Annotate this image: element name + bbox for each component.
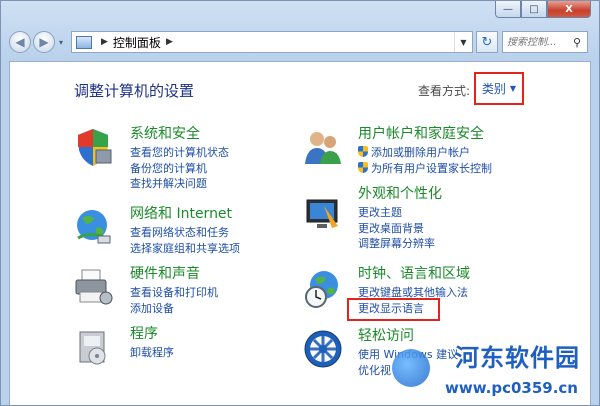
link-add-device[interactable]: 添加设备 (130, 301, 218, 317)
link-adjust-resolution[interactable]: 调整屏幕分辨率 (358, 236, 442, 252)
link-view-computer-status[interactable]: 查看您的计算机状态 (130, 145, 229, 161)
category-title-user-accounts[interactable]: 用户帐户和家庭安全 (358, 126, 492, 143)
caption-buttons: — □ X (495, 1, 591, 18)
link-backup-computer[interactable]: 备份您的计算机 (130, 161, 229, 177)
link-network-status-tasks[interactable]: 查看网络状态和任务 (130, 225, 240, 241)
category-title-clock-language[interactable]: 时钟、语言和区域 (358, 266, 470, 283)
appearance-monitor-icon[interactable] (302, 194, 344, 236)
maximize-button[interactable]: □ (521, 1, 547, 18)
category-title-network[interactable]: 网络和 Internet (130, 206, 240, 223)
category-appearance: 外观和个性化 更改主题 更改桌面背景 调整屏幕分辨率 (358, 186, 442, 252)
users-icon[interactable] (302, 126, 344, 168)
network-globe-icon[interactable] (72, 206, 114, 248)
watermark-logo (392, 349, 430, 387)
breadcrumb-separator-icon[interactable]: ▶ (101, 37, 108, 47)
breadcrumb-separator-icon[interactable]: ▶ (166, 37, 173, 47)
link-change-desktop-background[interactable]: 更改桌面背景 (358, 221, 442, 237)
link-uninstall-program[interactable]: 卸载程序 (130, 345, 174, 361)
recent-pages-dropdown[interactable]: ▾ (55, 38, 67, 47)
link-change-theme[interactable]: 更改主题 (358, 205, 442, 221)
category-title-programs[interactable]: 程序 (130, 326, 174, 343)
search-input[interactable] (507, 36, 573, 48)
navigation-bar: ◀ ▶ ▾ ▶ 控制面板 ▶ ▼ ↻ ⚲ (9, 29, 591, 55)
link-add-remove-accounts[interactable]: 添加或删除用户帐户 (358, 145, 492, 161)
dropdown-arrow-icon: ▼ (509, 84, 517, 93)
link-devices-printers[interactable]: 查看设备和打印机 (130, 285, 218, 301)
category-programs: 程序 卸载程序 (130, 326, 174, 361)
system-security-shield-icon[interactable] (72, 126, 114, 168)
link-find-fix-problems[interactable]: 查找并解决问题 (130, 176, 229, 192)
display-language-highlight (347, 298, 440, 321)
category-system-security: 系统和安全 查看您的计算机状态 备份您的计算机 查找并解决问题 (130, 126, 229, 192)
search-box[interactable]: ⚲ (502, 31, 588, 53)
address-bar[interactable]: ▶ 控制面板 ▶ ▼ (71, 31, 473, 53)
printer-hardware-icon[interactable] (72, 266, 114, 308)
category-user-accounts: 用户帐户和家庭安全 添加或删除用户帐户 为所有用户设置家长控制 (358, 126, 492, 176)
breadcrumb-control-panel[interactable]: 控制面板 (113, 34, 161, 51)
control-panel-icon (76, 35, 92, 49)
clock-globe-icon[interactable] (302, 268, 344, 310)
forward-button[interactable]: ▶ (33, 31, 55, 53)
category-hardware-sound: 硬件和声音 查看设备和打印机 添加设备 (130, 266, 218, 316)
ease-of-access-icon[interactable] (302, 328, 344, 370)
refresh-button[interactable]: ↻ (476, 31, 498, 53)
category-title-ease-of-access[interactable]: 轻松访问 (358, 328, 458, 345)
category-title-hardware-sound[interactable]: 硬件和声音 (130, 266, 218, 283)
programs-box-icon[interactable] (72, 326, 114, 368)
watermark-url: www.pc0359.cn (445, 379, 578, 397)
close-button[interactable]: X (547, 1, 591, 18)
minimize-button[interactable]: — (495, 1, 521, 18)
forward-arrow-icon: ▶ (39, 35, 49, 49)
refresh-icon: ↻ (481, 34, 493, 50)
page-title: 调整计算机的设置 (74, 82, 195, 100)
back-button[interactable]: ◀ (9, 31, 31, 53)
view-by-value: 类别 (481, 82, 506, 96)
category-network: 网络和 Internet 查看网络状态和任务 选择家庭组和共享选项 (130, 206, 240, 256)
category-title-system-security[interactable]: 系统和安全 (130, 126, 229, 143)
back-arrow-icon: ◀ (15, 35, 25, 49)
view-by-dropdown[interactable]: 类别 ▼ (474, 72, 524, 105)
link-parental-controls[interactable]: 为所有用户设置家长控制 (358, 161, 492, 177)
control-panel-window: — □ X ◀ ▶ ▾ ▶ 控制面板 ▶ ▼ ↻ ⚲ 调整计算机的设置 查看方式… (0, 0, 600, 406)
link-homegroup-sharing[interactable]: 选择家庭组和共享选项 (130, 241, 240, 257)
address-dropdown-icon[interactable]: ▼ (454, 32, 472, 52)
watermark-name: 河东软件园 (455, 344, 580, 372)
content-pane: 调整计算机的设置 查看方式: 类别 ▼ 系统和安全 查看您的计算机状态 备份您的… (9, 61, 591, 405)
category-title-appearance[interactable]: 外观和个性化 (358, 186, 442, 203)
view-by-label: 查看方式: (417, 84, 470, 98)
search-icon[interactable]: ⚲ (573, 36, 587, 49)
